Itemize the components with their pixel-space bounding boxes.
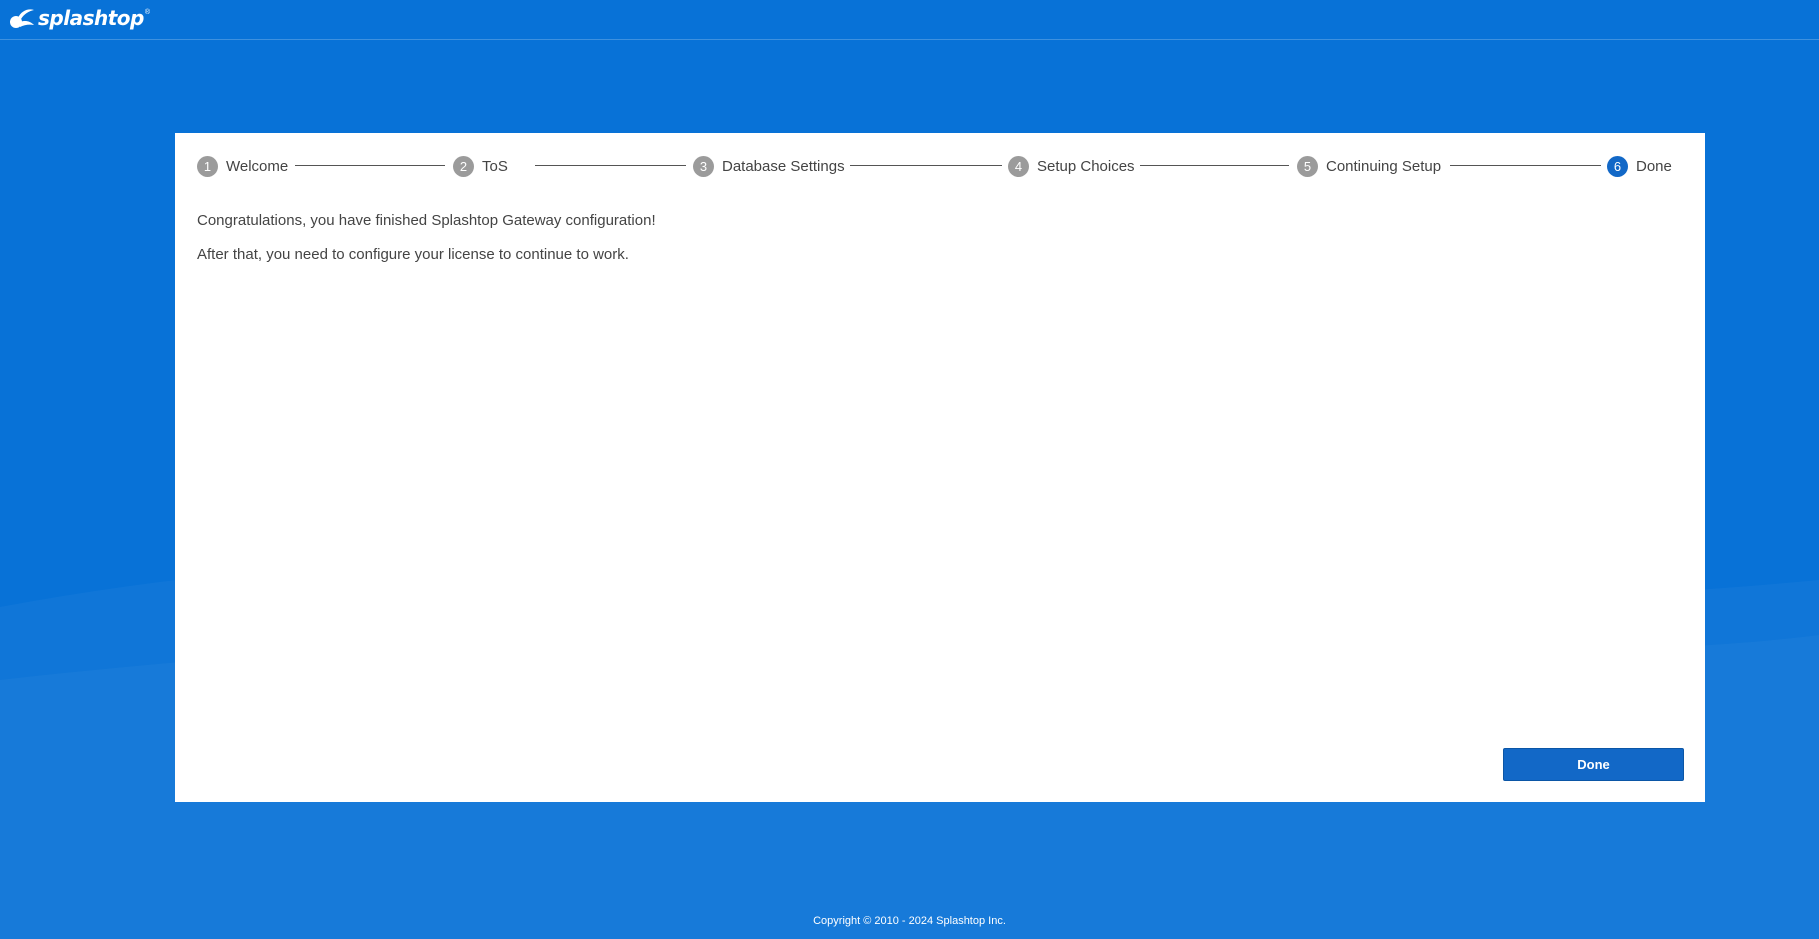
step-number: 2	[453, 155, 474, 177]
step-number: 6	[1607, 155, 1628, 177]
top-bar: splashtop ®	[0, 0, 1819, 40]
step-number: 5	[1297, 155, 1318, 177]
copyright-footer: Copyright © 2010 - 2024 Splashtop Inc.	[813, 915, 1006, 927]
congratulations-message: Congratulations, you have finished Splas…	[197, 212, 656, 229]
step-welcome: 1 Welcome	[197, 155, 288, 177]
logo-trademark: ®	[144, 9, 151, 16]
setup-wizard-card: 1 Welcome 2 ToS 3 Database Settings 4 Se…	[175, 133, 1705, 802]
splashtop-logo-icon	[10, 9, 34, 28]
license-instruction-message: After that, you need to configure your l…	[197, 246, 629, 263]
step-connector	[1140, 165, 1289, 166]
step-connector	[1450, 165, 1601, 166]
step-number: 1	[197, 155, 218, 177]
step-continuing-setup: 5 Continuing Setup	[1297, 155, 1441, 177]
step-done: 6 Done	[1607, 155, 1672, 177]
step-tos: 2 ToS	[453, 155, 508, 177]
logo-wordmark: splashtop	[38, 6, 144, 30]
step-setup-choices: 4 Setup Choices	[1008, 155, 1135, 177]
step-connector	[535, 165, 686, 166]
step-connector	[295, 165, 445, 166]
step-label: ToS	[482, 157, 508, 175]
setup-stepper: 1 Welcome 2 ToS 3 Database Settings 4 Se…	[197, 155, 1683, 177]
step-database-settings: 3 Database Settings	[693, 155, 845, 177]
done-button[interactable]: Done	[1503, 748, 1684, 781]
step-label: Setup Choices	[1037, 157, 1135, 175]
step-label: Database Settings	[722, 157, 845, 175]
step-label: Done	[1636, 157, 1672, 175]
step-label: Continuing Setup	[1326, 157, 1442, 175]
splashtop-logo[interactable]: splashtop ®	[9, 6, 150, 30]
step-number: 4	[1008, 155, 1029, 177]
step-label: Welcome	[226, 157, 289, 175]
step-connector	[850, 165, 1002, 166]
step-number: 3	[693, 155, 714, 177]
